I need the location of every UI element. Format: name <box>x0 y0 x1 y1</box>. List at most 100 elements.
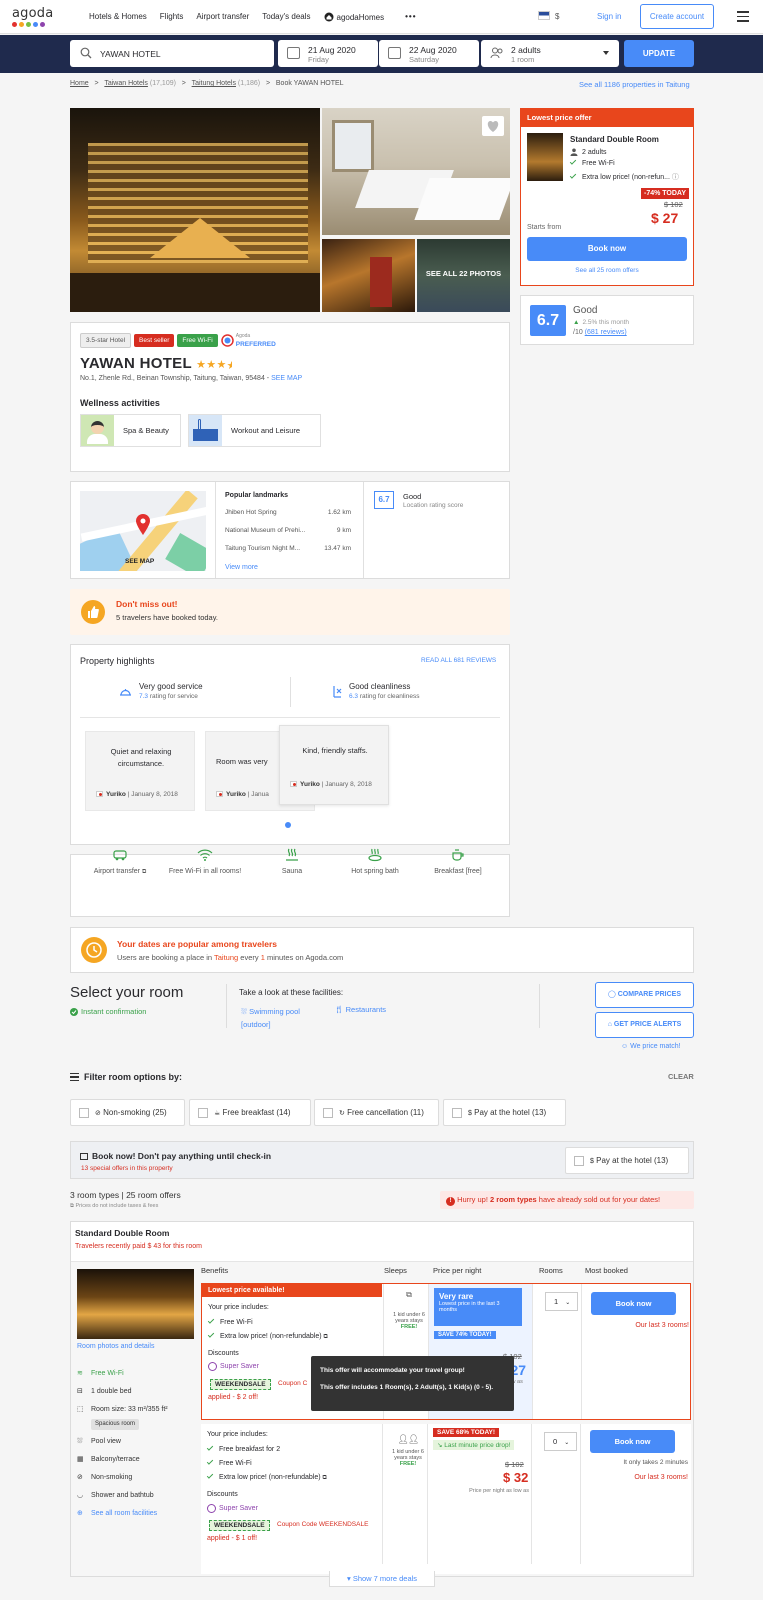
sign-in-link[interactable]: Sign in <box>597 12 621 21</box>
landmark-name: National Museum of Prehi... <box>225 527 306 534</box>
see-all-room-facilities-link[interactable]: ⊕ See all room facilities <box>77 1505 194 1523</box>
hamburger-menu-icon[interactable] <box>737 11 749 25</box>
hotel-lobby-photo[interactable] <box>322 239 415 312</box>
landmark-item[interactable]: Jhiben Hot Spring 1.62 km <box>225 509 351 527</box>
book-now-button[interactable]: Book now <box>590 1430 675 1453</box>
checkbox[interactable] <box>79 1107 89 1118</box>
update-search-button[interactable]: UPDATE <box>624 40 694 67</box>
nav-flights[interactable]: Flights <box>160 12 184 22</box>
checkout-date-picker[interactable]: 22 Aug 2020 Saturday <box>379 40 479 67</box>
review-snippet-card[interactable]: Kind, friendly staffs. Yuriko | January … <box>279 725 389 805</box>
rooms-quantity-select[interactable]: 1 ⌄ <box>545 1292 578 1311</box>
current-price: $ 32 <box>503 1470 529 1485</box>
balcony-icon: ▦ <box>77 1456 84 1463</box>
offer-adults: 2 adults <box>570 148 607 156</box>
more-menu-icon[interactable]: ••• <box>405 12 416 22</box>
checkbox[interactable] <box>323 1107 333 1118</box>
filter-non-smoking[interactable]: ⊘ Non-smoking (25) <box>70 1099 185 1126</box>
review-score-card[interactable]: 6.7 Good ▲ 2.5% this month /10 (681 revie… <box>520 295 694 345</box>
wellness-workout-leisure[interactable]: Workout and Leisure <box>188 414 321 447</box>
filter-pay-at-hotel[interactable]: $ Pay at the hotel (13) <box>443 1099 566 1126</box>
see-map-link[interactable]: SEE MAP <box>271 375 302 382</box>
pay-later-sub: 13 special offers in this property <box>81 1165 173 1172</box>
see-all-room-offers-link[interactable]: See all 25 room offers <box>521 267 693 274</box>
book-now-button[interactable]: Book now <box>591 1292 676 1315</box>
facility-pool-label: Swimming pool <box>249 1007 300 1016</box>
info-icon[interactable]: ⧉ <box>324 1334 328 1340</box>
nav-hotels-homes[interactable]: Hotels & Homes <box>89 12 147 22</box>
super-saver-label: Super Saver <box>220 1363 259 1370</box>
group-accommodation-tooltip: This offer will accommodate your travel … <box>311 1356 514 1411</box>
hotel-main-photo[interactable] <box>70 108 320 312</box>
landmark-item[interactable]: Taitung Tourism Night M... 13.47 km <box>225 545 351 563</box>
filter-free-cancellation[interactable]: ↻ Free cancellation (11) <box>314 1099 439 1126</box>
filter-option-label: Pay at the hotel (13) <box>474 1108 547 1117</box>
instant-confirmation-label: Instant confirmation <box>81 1007 147 1016</box>
hurry-banner: ! Hurry up! 2 room types have already so… <box>440 1191 694 1209</box>
compare-prices-button[interactable]: ◯ COMPARE PRICES <box>595 982 694 1008</box>
price-sub: Price per night as low as <box>469 1488 529 1494</box>
filter-free-breakfast[interactable]: ☕︎ Free breakfast (14) <box>189 1099 311 1126</box>
facility-swimming-pool-link[interactable]: ⛆ Swimming pool [outdoor] <box>241 1005 300 1031</box>
rooms-quantity-select[interactable]: 0 ⌄ <box>544 1432 577 1451</box>
facility-restaurants-label: Restaurants <box>345 1005 387 1014</box>
review-snippet-card[interactable]: Quiet and relaxing circumstance. Yuriko … <box>85 731 195 811</box>
wellness-spa-beauty[interactable]: Spa & Beauty <box>80 414 181 447</box>
info-icon[interactable]: ⧉ <box>323 1475 327 1481</box>
breadcrumb-taiwan[interactable]: Taiwan Hotels <box>104 80 148 87</box>
nav-agoda-homes[interactable]: agodaHomes <box>324 12 384 22</box>
us-flag-icon[interactable] <box>538 11 550 20</box>
room-size-icon: ⬚ <box>77 1406 84 1413</box>
popular-sub-text: Users are booking a place in <box>117 953 215 962</box>
checkbox[interactable] <box>452 1107 462 1118</box>
landmark-name: Jhiben Hot Spring <box>225 509 277 516</box>
landmarks-view-more-link[interactable]: View more <box>225 564 258 571</box>
checkbox[interactable] <box>198 1107 208 1118</box>
clear-filters-link[interactable]: CLEAR <box>668 1072 694 1081</box>
price-drop-label: Last minute price drop! <box>444 1442 511 1449</box>
create-account-button[interactable]: Create account <box>640 4 714 29</box>
offer-discount-badge: -74% TODAY <box>641 188 690 199</box>
currency-selector[interactable]: $ <box>555 12 559 21</box>
alert-icon: ! <box>446 1197 455 1206</box>
takes-minutes-text: It only takes 2 minutes <box>623 1459 688 1466</box>
filter-icon <box>70 1072 79 1082</box>
show-more-deals-button[interactable]: ▾ Show 7 more deals <box>329 1571 435 1587</box>
offer-book-now-button[interactable]: Book now <box>527 237 687 261</box>
info-icon[interactable]: ⓘ <box>672 174 679 181</box>
checkbox[interactable] <box>574 1155 584 1166</box>
breadcrumb-home[interactable]: Home <box>70 80 89 87</box>
hurry-text: Hurry up! <box>457 1195 491 1204</box>
checkin-date-picker[interactable]: 21 Aug 2020 Friday <box>278 40 378 67</box>
agoda-logo[interactable]: agoda <box>12 6 53 27</box>
see-all-photos-tile[interactable]: SEE ALL 22 PHOTOS <box>417 239 510 312</box>
nav-airport-transfer[interactable]: Airport transfer <box>196 12 249 22</box>
price-match-link[interactable]: ☺ We price match! <box>621 1043 681 1050</box>
hotel-room-photo[interactable] <box>322 108 510 235</box>
get-price-alerts-button[interactable]: ⌂ GET PRICE ALERTS <box>595 1012 694 1038</box>
benefit-label: Extra low price! (non-refundable) <box>220 1333 322 1340</box>
favorite-button[interactable] <box>482 116 504 136</box>
landmark-item[interactable]: National Museum of Prehi... 9 km <box>225 527 351 545</box>
guests-selector[interactable]: 2 adults 1 room <box>481 40 619 67</box>
room-photo[interactable] <box>77 1269 194 1339</box>
room-photos-link[interactable]: Room photos and details <box>77 1343 154 1350</box>
read-all-reviews-link[interactable]: READ ALL 681 REVIEWS <box>421 657 496 664</box>
see-all-properties-link[interactable]: See all 1186 properties in Taitung <box>579 80 690 89</box>
pay-later-filter[interactable]: $ Pay at the hotel (13) <box>565 1147 689 1174</box>
review-count-link[interactable]: (681 reviews) <box>585 329 627 336</box>
hotel-search-input[interactable]: YAWAN HOTEL <box>70 40 274 67</box>
wifi-icon <box>197 849 213 861</box>
map-thumbnail[interactable]: SEE MAP <box>80 491 206 571</box>
amenity-label: Hot spring bath <box>351 868 399 875</box>
dont-miss-title: Don't miss out! <box>116 599 178 609</box>
dont-miss-sub: 5 travelers have booked today. <box>116 613 219 622</box>
info-icon[interactable]: ⧉ <box>142 869 146 875</box>
super-saver-badge: Super Saver <box>207 1504 258 1513</box>
nav-todays-deals[interactable]: Today's deals <box>262 12 310 22</box>
filter-title-label: Filter room options by: <box>84 1072 182 1082</box>
breadcrumb-taitung[interactable]: Taitung Hotels <box>192 80 236 87</box>
rooms-quantity-value: 0 <box>553 1437 558 1446</box>
facility-restaurants-link[interactable]: 🍴︎ Restaurants <box>334 1005 386 1014</box>
carousel-dot[interactable] <box>285 822 291 828</box>
